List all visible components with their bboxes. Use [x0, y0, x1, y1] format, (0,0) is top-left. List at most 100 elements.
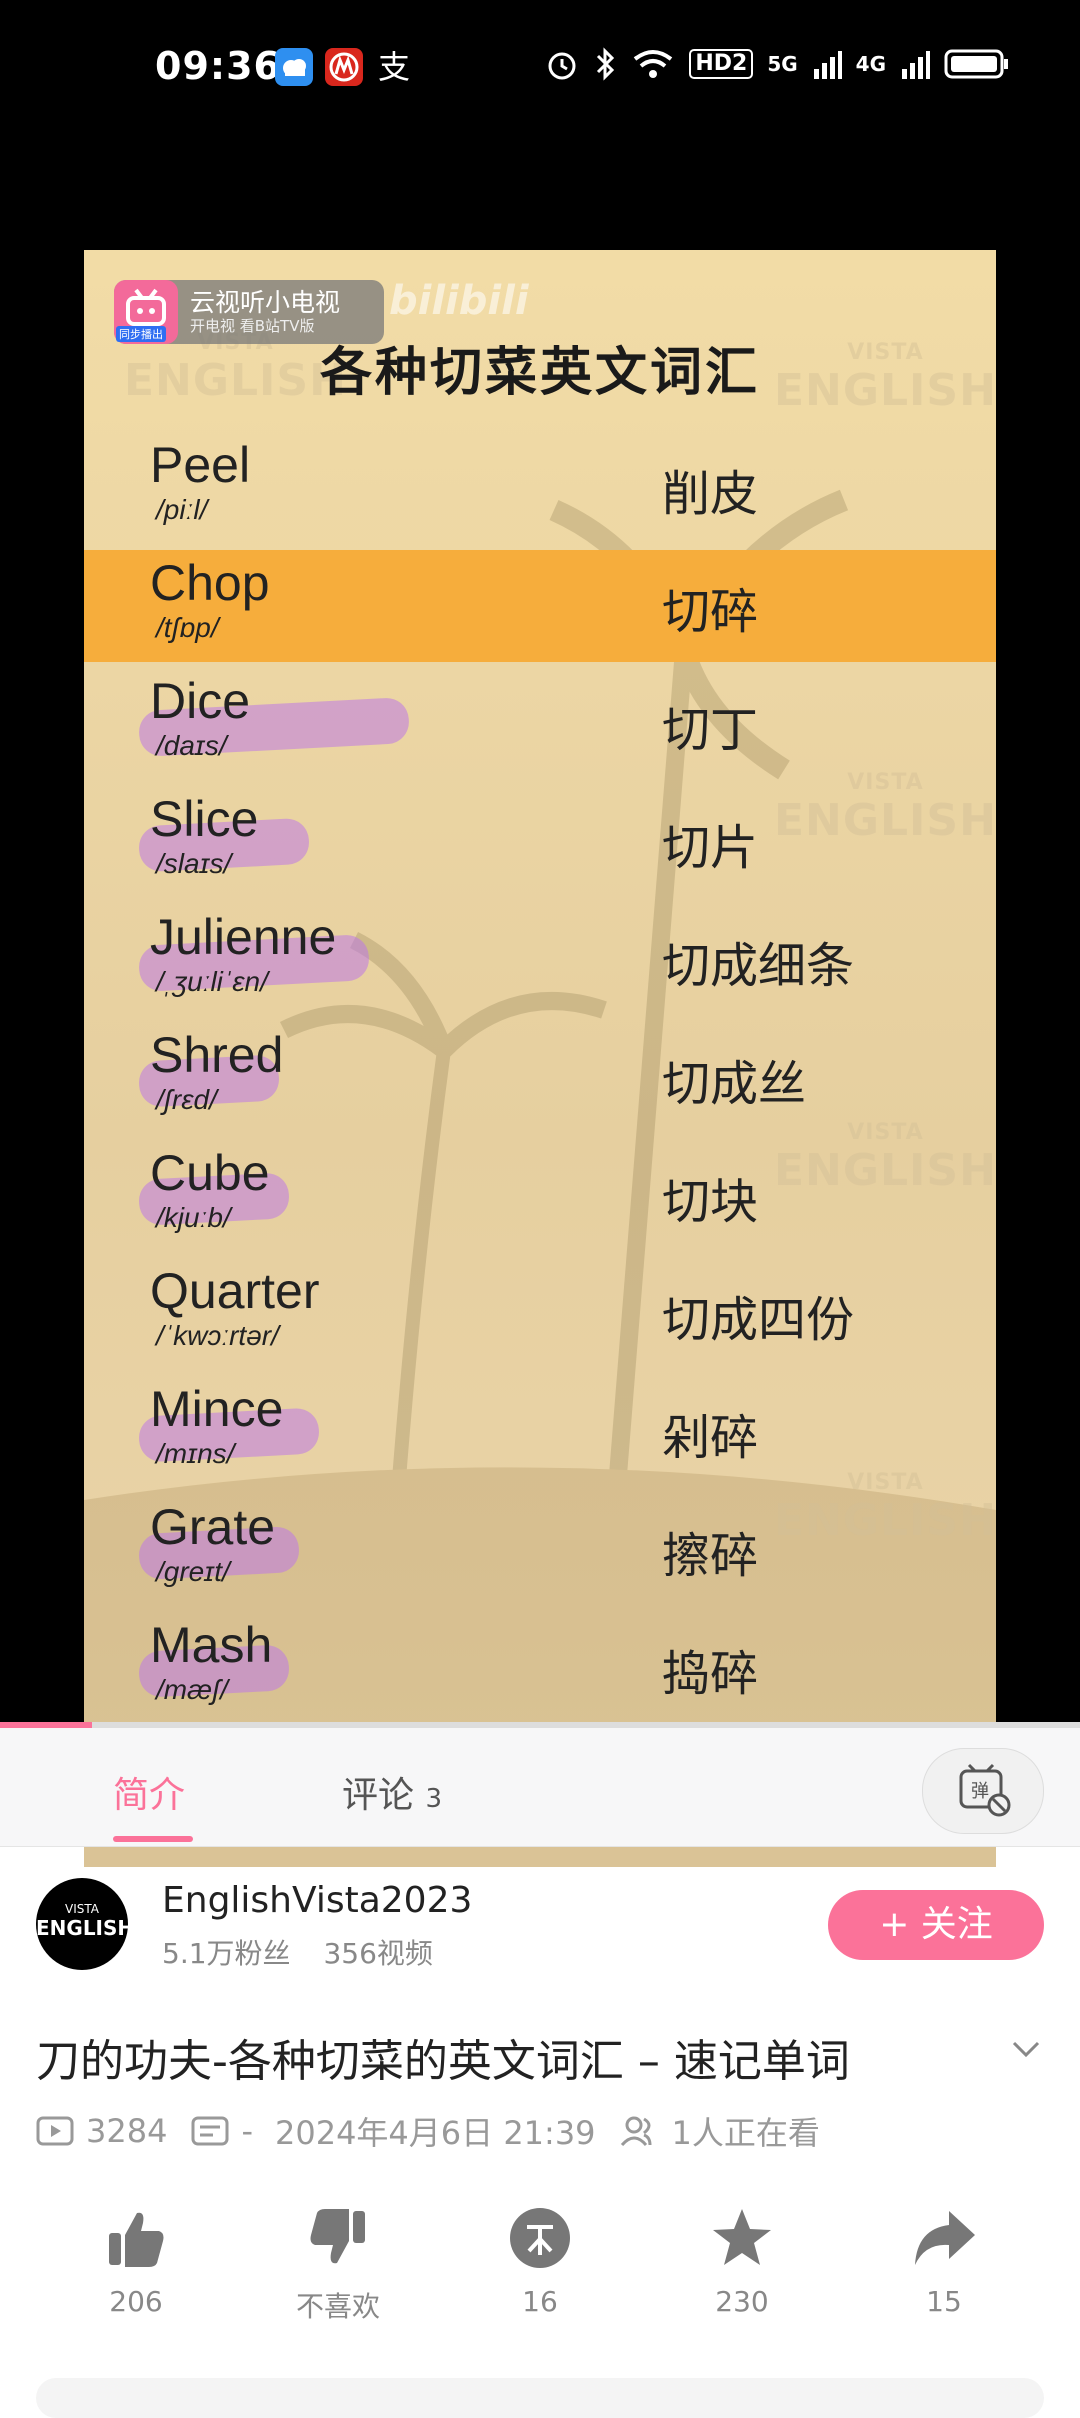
- word-chinese: 切片: [662, 820, 759, 876]
- status-right: HD2 5G 4G: [545, 46, 1010, 82]
- video-player[interactable]: VISTAENGLISH VISTAENGLISH VISTAENGLISH V…: [0, 140, 1080, 1867]
- tv-app-icon: 同步播出: [114, 280, 178, 344]
- cast-app-name: 云视听小电视: [190, 288, 341, 317]
- signal-icon-2: [902, 51, 930, 79]
- play-count-icon: [36, 2116, 74, 2146]
- word-row: Grate/greɪt/擦碎: [84, 1494, 996, 1606]
- share-count: 15: [926, 2285, 962, 2318]
- chevron-down-icon[interactable]: [1012, 2035, 1040, 2063]
- word-english: Peel: [150, 437, 251, 493]
- word-ipa: /slaɪs/: [156, 848, 232, 879]
- danmaku-count-icon: [191, 2116, 229, 2146]
- word-chinese: 擦碎: [662, 1528, 759, 1584]
- word-row: Julienne/ˌʒuːliˈɛn/切成细条: [84, 904, 996, 1016]
- word-english: Grate: [150, 1499, 276, 1555]
- word-english: Mince: [150, 1381, 284, 1437]
- uploader-name[interactable]: EnglishVista2023: [162, 1880, 472, 1921]
- coin-button[interactable]: 16: [480, 2205, 600, 2318]
- danmaku-count: -: [241, 2112, 253, 2150]
- share-icon: [915, 2211, 975, 2265]
- word-ipa: /kjuːb/: [156, 1202, 231, 1233]
- coin-icon: [510, 2208, 570, 2268]
- net-4g-label: 4G: [855, 52, 886, 76]
- word-row: Quarter/ˈkwɔːrtər/切成四份: [84, 1258, 996, 1370]
- signal-icon: [813, 51, 842, 79]
- net-5g-label: 5G: [767, 52, 798, 76]
- word-ipa: /greɪt/: [156, 1556, 230, 1587]
- word-row: Cube/kjuːb/切块: [84, 1140, 996, 1252]
- tab-comments-count: 3: [425, 1784, 443, 1814]
- hd-label: HD2: [689, 49, 754, 79]
- thumbs-up-icon: [109, 2212, 164, 2267]
- word-chinese: 剁碎: [662, 1410, 759, 1466]
- uploader-fans: 5.1万粉丝: [162, 1937, 291, 1970]
- avatar-text-bottom: ENGLISH: [36, 1916, 135, 1940]
- danmaku-off-icon: 弹: [959, 1763, 1011, 1817]
- wifi-icon: [634, 50, 673, 78]
- tab-comments-label: 评论: [342, 1775, 415, 1816]
- dislike-button[interactable]: 不喜欢: [278, 2205, 398, 2325]
- coin-count: 16: [522, 2285, 558, 2318]
- status-bar: 09:36 支 HD2 5G 4G: [0, 0, 1080, 140]
- word-chinese: 切碎: [662, 584, 759, 640]
- view-count: 3284: [86, 2112, 168, 2150]
- sync-label: 同步播出: [116, 326, 166, 342]
- word-ipa: /piːl/: [156, 494, 208, 525]
- uploader-avatar[interactable]: VISTA ENGLISH: [36, 1878, 135, 1970]
- publish-date: 2024年4月6日 21:39: [274, 2114, 596, 2152]
- word-ipa: /daɪs/: [156, 730, 227, 761]
- word-chinese: 切成细条: [662, 938, 855, 994]
- favorite-button[interactable]: 230: [682, 2205, 802, 2318]
- battery-icon: [944, 49, 1008, 79]
- favorite-count: 230: [715, 2285, 769, 2318]
- avatar-text-top: VISTA: [65, 1902, 99, 1916]
- word-english: Shred: [150, 1027, 284, 1083]
- word-chinese: 切丁: [662, 702, 759, 758]
- word-english: Cube: [150, 1145, 270, 1201]
- status-time: 09:36: [155, 44, 281, 88]
- word-ipa: /mɪns/: [156, 1438, 235, 1469]
- word-chinese: 切成丝: [662, 1056, 807, 1112]
- video-title: 刀的功夫-各种切菜的英文词汇 – 速记单词: [36, 2036, 850, 2087]
- tab-intro[interactable]: 简介: [113, 1766, 185, 1818]
- word-ipa: /ˌʒuːliˈɛn/: [156, 966, 268, 997]
- alipay-icon: 支: [378, 48, 411, 86]
- share-button[interactable]: 15: [884, 2205, 1004, 2318]
- tab-active-indicator: [113, 1836, 193, 1842]
- video-meta: 3284 - 2024年4月6日 21:39 1人正在看: [36, 2108, 820, 2154]
- like-button[interactable]: 206: [76, 2205, 196, 2318]
- word-row: Chop/tʃɒp/切碎: [84, 550, 996, 662]
- word-english: Mash: [150, 1617, 273, 1673]
- word-ipa: /mæʃ/: [156, 1674, 228, 1705]
- word-chinese: 切成四份: [662, 1292, 855, 1348]
- word-chinese: 捣碎: [662, 1646, 759, 1702]
- word-ipa: /ˈkwɔːrtər/: [156, 1320, 279, 1351]
- word-row: Shred/ʃrɛd/切成丝: [84, 1022, 996, 1134]
- word-english: Slice: [150, 791, 259, 847]
- bilibili-watermark: bilibili: [389, 278, 529, 324]
- like-count: 206: [109, 2285, 163, 2318]
- follow-button[interactable]: + 关注: [828, 1890, 1044, 1960]
- alarm-icon: [548, 52, 576, 80]
- dislike-label: 不喜欢: [295, 2290, 380, 2323]
- danmaku-toggle-button[interactable]: 弹: [922, 1748, 1044, 1834]
- weather-icon: [275, 48, 313, 86]
- video-frame[interactable]: VISTAENGLISH VISTAENGLISH VISTAENGLISH V…: [84, 250, 996, 1867]
- word-row: Peel/piːl/削皮: [84, 432, 996, 544]
- word-english: Quarter: [150, 1263, 320, 1319]
- word-row: Mash/mæʃ/捣碎: [84, 1612, 996, 1724]
- word-english: Julienne: [150, 909, 337, 965]
- star-icon: [713, 2209, 771, 2265]
- tab-comments[interactable]: 评论 3: [342, 1766, 442, 1818]
- cast-badge[interactable]: 同步播出 云视听小电视 开电视 看B站TV版: [114, 280, 384, 344]
- word-ipa: /ʃrɛd/: [156, 1084, 217, 1115]
- word-row: Slice/slaɪs/切片: [84, 786, 996, 898]
- word-english: Chop: [150, 555, 270, 611]
- tab-bar: 简介 评论 3 弹: [0, 1728, 1080, 1847]
- bottom-card: [36, 2378, 1044, 2418]
- svg-text:弹: 弹: [971, 1781, 989, 1802]
- word-ipa: /tʃɒp/: [156, 612, 219, 643]
- watching-count: 1人正在看: [671, 2114, 820, 2152]
- metro-icon: [325, 48, 363, 86]
- word-chinese: 削皮: [662, 466, 759, 522]
